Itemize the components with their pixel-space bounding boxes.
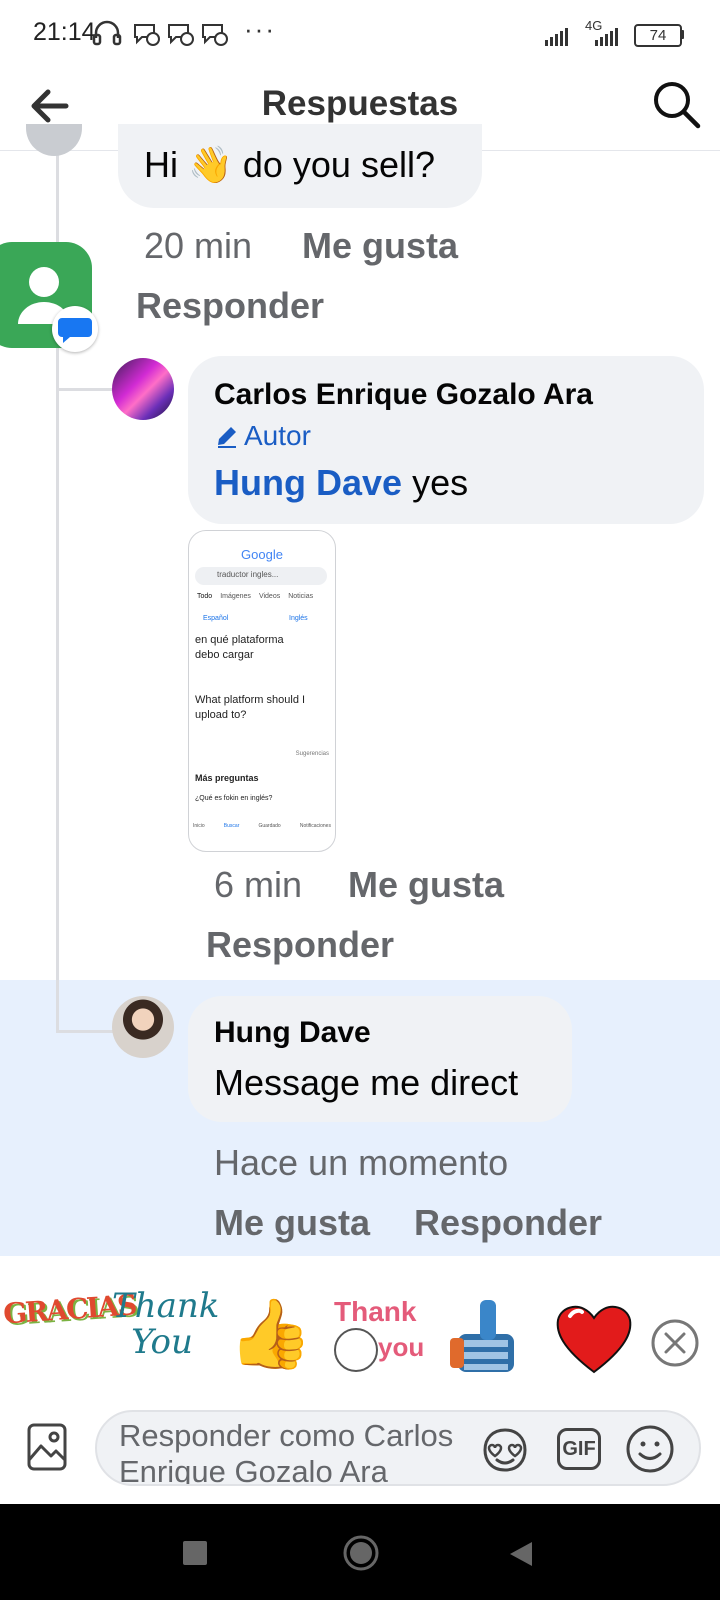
attachment-more-questions: Más preguntas <box>195 773 259 783</box>
sticker-bunny-icon <box>334 1328 378 1372</box>
waving-hand-emoji: 👋 <box>188 144 233 185</box>
comment-time: 6 min <box>214 864 303 905</box>
reply-button[interactable]: Responder <box>136 285 324 327</box>
gif-button[interactable]: GIF <box>557 1428 601 1470</box>
avatar[interactable] <box>112 358 174 420</box>
reply-button[interactable]: Responder <box>414 1202 602 1244</box>
square-icon <box>183 1541 207 1565</box>
author-badge-label: Autor <box>244 420 311 451</box>
attachment-tab: Imágenes <box>220 593 251 600</box>
avatar-sticker-button[interactable] <box>481 1426 529 1479</box>
headphones-icon <box>92 20 122 51</box>
back-nav-button[interactable] <box>508 1540 534 1573</box>
messenger-icon <box>166 22 194 51</box>
thread-connector <box>56 388 116 391</box>
like-button[interactable]: Me gusta <box>214 1202 370 1244</box>
photo-attach-button[interactable] <box>26 1422 68 1477</box>
status-overflow-dots: ··· <box>244 14 276 44</box>
thread-connector <box>56 1030 116 1033</box>
page-title: Respuestas <box>261 84 459 123</box>
comment-text-end: do you sell? <box>242 144 435 185</box>
reply-button[interactable]: Responder <box>206 924 394 966</box>
emoji-button[interactable] <box>625 1424 675 1479</box>
comment-author[interactable]: Hung Dave <box>214 1016 371 1050</box>
comment-text-start: Hi <box>144 144 178 185</box>
attachment-nav-item: Guardado <box>258 823 281 829</box>
attachment-nav-item: Buscar <box>223 823 240 829</box>
search-icon <box>654 82 701 129</box>
comment-time: 20 min <box>144 225 253 266</box>
attachment-translated-text: What platform should I upload to? <box>195 694 306 721</box>
messenger-icon <box>132 22 160 51</box>
gif-label: GIF <box>562 1438 596 1460</box>
attachment-tab: Todo <box>197 593 213 600</box>
attachment-search-query: traductor ingles... <box>217 570 279 579</box>
attachment-question: ¿Qué es fokin en inglés? <box>195 795 273 802</box>
like-button[interactable]: Me gusta <box>348 864 504 906</box>
comment-time: Hace un momento <box>214 1142 509 1183</box>
attachment-nav-item: Notificaciones <box>299 823 331 829</box>
circle-icon <box>343 1535 379 1571</box>
signal-icon <box>545 24 568 46</box>
comment-text: Hi 👋 do you sell? <box>144 144 435 186</box>
sticker-thank-text: Thank <box>112 1286 220 1326</box>
reply-input[interactable]: Responder como Carlos Enrique Gozalo Ara… <box>95 1410 701 1486</box>
mention-link[interactable]: Hung Dave <box>214 462 402 503</box>
sticker-you-text: You <box>131 1322 193 1362</box>
home-button[interactable] <box>342 1534 380 1577</box>
attachment-nav: Inicio Buscar Guardado Notificaciones <box>193 823 331 829</box>
sticker-heart[interactable] <box>554 1300 634 1381</box>
like-button[interactable]: Me gusta <box>302 225 458 267</box>
sticker-robot-thumbs-up[interactable] <box>444 1290 536 1387</box>
attachment-nav-item: Inicio <box>193 823 205 829</box>
attachment-suggestions: Sugerencias <box>295 751 329 757</box>
comment-text-body: yes <box>412 462 469 503</box>
sticker-thumbs-up[interactable]: 👍 <box>228 1296 313 1372</box>
heart-icon <box>556 1306 632 1374</box>
messenger-icon <box>200 22 228 51</box>
avatar-sticker-icon <box>483 1428 527 1472</box>
attachment-lang-from: Español <box>203 615 229 622</box>
sticker-gracias[interactable]: GRACIAS <box>2 1288 136 1354</box>
battery-cap <box>681 30 684 39</box>
search-button[interactable] <box>648 76 704 132</box>
comment-text: Hung Dave yes <box>214 462 468 504</box>
triangle-back-icon <box>510 1542 532 1566</box>
comment-author[interactable]: Carlos Enrique Gozalo Ara <box>214 378 593 412</box>
image-icon <box>27 1423 67 1471</box>
messages-badge-icon <box>52 306 98 352</box>
avatar[interactable] <box>112 996 174 1058</box>
pencil-icon <box>218 427 236 448</box>
close-circle-icon <box>651 1319 699 1367</box>
attachment-screenshot[interactable]: Google traductor ingles... Todo Imágenes… <box>188 530 336 852</box>
battery-indicator: 74 <box>634 24 682 47</box>
avatar <box>26 124 82 156</box>
attachment-tabs: Todo Imágenes Videos Noticias <box>197 593 313 600</box>
sticker-thank-text-pink: Thank <box>334 1296 417 1327</box>
sticker-thank-you-script[interactable]: Thank You <box>112 1286 220 1384</box>
status-time: 21:14 <box>33 18 96 46</box>
attachment-lang-to: Inglés <box>289 615 308 622</box>
attachment-tab: Noticias <box>288 593 314 600</box>
signal-icon-2 <box>595 24 618 46</box>
author-badge: Autor <box>214 420 311 452</box>
reply-input-placeholder: Responder como Carlos Enrique Gozalo Ara <box>119 1418 454 1486</box>
sticker-you-text-pink: you <box>378 1332 425 1362</box>
robot-thumbs-up-icon <box>450 1300 514 1372</box>
recent-apps-button[interactable] <box>182 1540 208 1571</box>
thread-line <box>56 980 59 1032</box>
attachment-google-logo: Google <box>241 547 283 562</box>
comment-text: Message me direct <box>214 1062 519 1103</box>
attachment-source-text: en qué plataforma debo cargar <box>195 634 284 661</box>
attachment-tab: Videos <box>258 593 281 600</box>
sticker-thank-you-pink[interactable]: Thank you <box>330 1296 430 1376</box>
smiley-icon <box>626 1425 674 1473</box>
close-stickers-button[interactable] <box>650 1318 700 1373</box>
